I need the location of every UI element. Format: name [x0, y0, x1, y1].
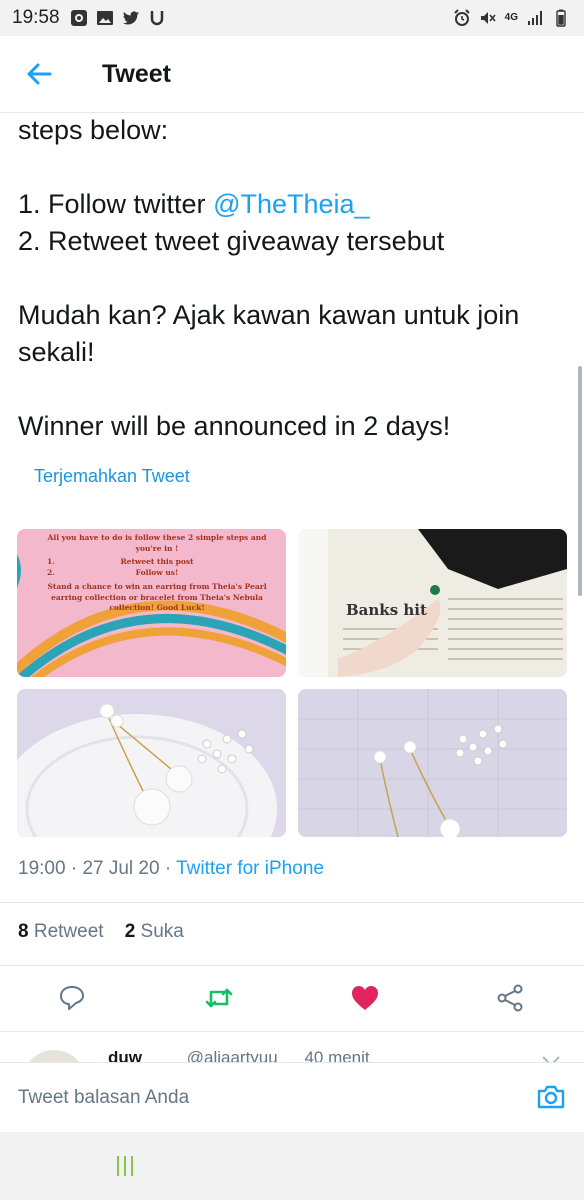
signal-icon	[528, 11, 542, 25]
gallery-icon	[96, 11, 113, 25]
tweet-source-link[interactable]: Twitter for iPhone	[176, 858, 324, 879]
media-grid: All you have to do is follow these 2 sim…	[17, 529, 567, 837]
tweet-line: Mudah kan? Ajak kawan kawan untuk join s…	[18, 300, 520, 367]
reply-preview[interactable]: duw @aliaartyuu 40 menit	[0, 1032, 584, 1062]
media-image-earrings-fabric[interactable]	[298, 689, 567, 837]
app-bar: Tweet	[0, 36, 584, 113]
scrollbar[interactable]	[578, 366, 582, 596]
recents-button[interactable]	[117, 1156, 133, 1176]
retweet-stat[interactable]: 8 Retweet	[18, 921, 104, 942]
like-count: 2	[124, 921, 136, 942]
retweet-icon	[205, 988, 233, 1008]
media-image-earrings-plate[interactable]	[17, 689, 286, 837]
avatar	[22, 1050, 86, 1062]
reply-button[interactable]	[54, 980, 90, 1016]
tweet-stats: 8 Retweet 2 Suka	[18, 921, 184, 943]
camera-icon[interactable]	[535, 1081, 567, 1113]
poster-num: 1.	[47, 557, 55, 566]
like-stat-label: Suka	[140, 921, 184, 942]
tweet-timestamp: 19:00 · 27 Jul 20 · Twitter for iPhone	[18, 858, 324, 879]
poster-line: All you have to do is follow these 2 sim…	[47, 533, 267, 553]
tweet-actions	[0, 966, 584, 1030]
reply-composer[interactable]: Tweet balasan Anda	[0, 1062, 584, 1133]
newspaper-headline: Banks hit	[346, 601, 427, 619]
media-image-poster[interactable]: All you have to do is follow these 2 sim…	[17, 529, 286, 677]
mention-link[interactable]: @TheTheia_	[213, 189, 370, 219]
arrow-left-icon	[27, 63, 52, 85]
mute-icon	[480, 12, 496, 24]
reply-input[interactable]: Tweet balasan Anda	[18, 1087, 189, 1109]
screen-record-icon	[70, 10, 87, 26]
back-button[interactable]	[4, 36, 74, 112]
network-4g-icon: 4G	[504, 12, 518, 23]
poster-line: Stand a chance to win an earring from Th…	[47, 582, 267, 612]
earrings-fabric-photo	[298, 689, 567, 837]
newspaper-photo	[298, 529, 567, 677]
tweet-line-text: 1. Follow twitter	[18, 189, 214, 219]
status-bar: 19:58 4G	[0, 0, 584, 36]
battery-icon	[556, 9, 566, 27]
poster-item: 2. Follow us!	[47, 568, 267, 579]
poster-num: 2.	[47, 567, 55, 577]
chevron-down-icon[interactable]	[540, 1054, 562, 1062]
retweet-stat-label: Retweet	[33, 921, 104, 942]
tweet-date: 27 Jul 20	[82, 858, 160, 879]
tweet-time: 19:00	[18, 858, 66, 879]
poster-text: All you have to do is follow these 2 sim…	[47, 533, 267, 614]
translate-tweet-link[interactable]: Terjemahkan Tweet	[34, 466, 190, 487]
system-nav-bar	[0, 1132, 584, 1200]
alarm-icon	[453, 9, 470, 26]
retweet-count: 8	[18, 921, 29, 942]
retweet-button[interactable]	[201, 980, 237, 1016]
tweet-line: Winner will be announced in 2 days!	[18, 411, 451, 441]
like-stat[interactable]: 2 Suka	[125, 921, 184, 942]
page-title: Tweet	[102, 59, 171, 88]
reply-name: duw	[108, 1048, 142, 1062]
tweet-line: 2. Retweet tweet giveaway tersebut	[18, 226, 445, 256]
share-button[interactable]	[492, 980, 528, 1016]
reply-handle: @aliaartyuu	[186, 1048, 278, 1062]
tweet-line: steps below:	[18, 115, 169, 145]
poster-item-text: Follow us!	[135, 567, 179, 577]
like-button[interactable]	[347, 980, 383, 1016]
status-time: 19:58	[12, 7, 60, 28]
twitter-bird-icon	[122, 11, 139, 25]
poster-item: 1. Retweet this post	[47, 557, 267, 568]
reply-icon	[60, 986, 84, 1010]
heart-icon	[352, 986, 378, 1010]
share-icon	[497, 984, 523, 1012]
tweet-body: steps below: 1. Follow twitter @TheTheia…	[18, 112, 568, 445]
u-icon	[150, 11, 163, 26]
reply-meta: duw @aliaartyuu 40 menit	[108, 1048, 370, 1062]
tweet-line: 1. Follow twitter @TheTheia_	[18, 186, 568, 223]
media-image-newspaper[interactable]: Banks hit	[298, 529, 567, 677]
earrings-plate-photo	[17, 689, 286, 837]
poster-item-text: Retweet this post	[120, 557, 194, 566]
reply-time: 40 menit	[304, 1048, 370, 1062]
divider	[0, 902, 584, 903]
